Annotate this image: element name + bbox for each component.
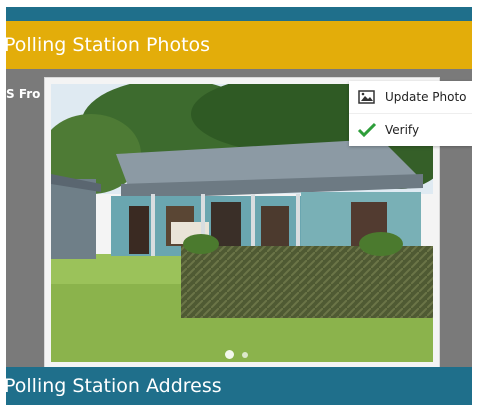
carousel-dot[interactable] [242,351,248,358]
app-frame: Polling Station Photos S Fro Update Phot… [6,7,472,405]
update-photo-label: Update Photo [385,90,467,104]
section-header-address: Polling Station Address [6,367,472,405]
section-title-photos: Polling Station Photos [6,34,211,56]
check-icon [357,120,377,140]
verify-label: Verify [385,123,420,137]
carousel-indicator[interactable] [225,350,248,359]
verify-button[interactable]: Verify [349,114,472,146]
status-strip [6,7,472,21]
update-photo-button[interactable]: Update Photo [349,81,472,114]
image-edit-icon [357,87,377,107]
section-header-photos: Polling Station Photos [6,21,472,69]
section-title-address: Polling Station Address [6,375,222,397]
photo-action-menu: Update Photo Verify [349,81,472,146]
photo-caption: S Fro [6,87,41,101]
carousel-dot-active[interactable] [225,350,234,359]
